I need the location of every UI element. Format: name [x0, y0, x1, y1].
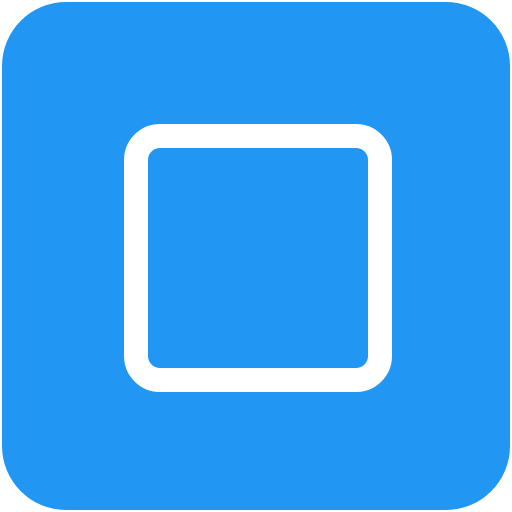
app-icon-canvas [0, 0, 512, 512]
app-icon-tile[interactable] [2, 2, 510, 510]
square-outline-icon [124, 124, 392, 392]
